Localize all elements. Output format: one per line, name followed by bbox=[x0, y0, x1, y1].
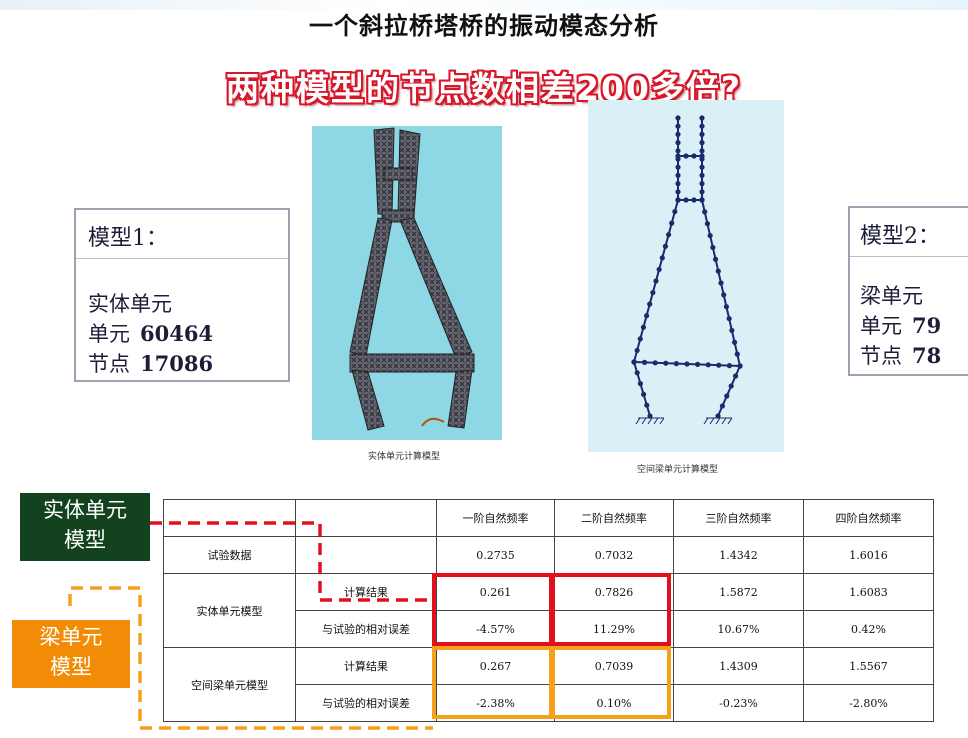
solid-highlight-box-2 bbox=[551, 573, 671, 646]
solid-tag-line2: 模型 bbox=[64, 528, 106, 552]
solid-model-tag: 实体单元 模型 bbox=[20, 493, 150, 561]
solid-highlight-box-1 bbox=[432, 573, 553, 646]
beam-highlight-box-1 bbox=[432, 646, 553, 719]
beam-tag-line1: 梁单元 bbox=[39, 625, 103, 649]
beam-highlight-box-2 bbox=[551, 646, 671, 719]
beam-model-tag: 梁单元 模型 bbox=[12, 620, 130, 688]
solid-dashed-connector bbox=[150, 521, 435, 602]
annotation-overlay bbox=[68, 521, 671, 730]
solid-tag-line1: 实体单元 bbox=[43, 498, 127, 522]
beam-tag-line2: 模型 bbox=[50, 655, 92, 679]
